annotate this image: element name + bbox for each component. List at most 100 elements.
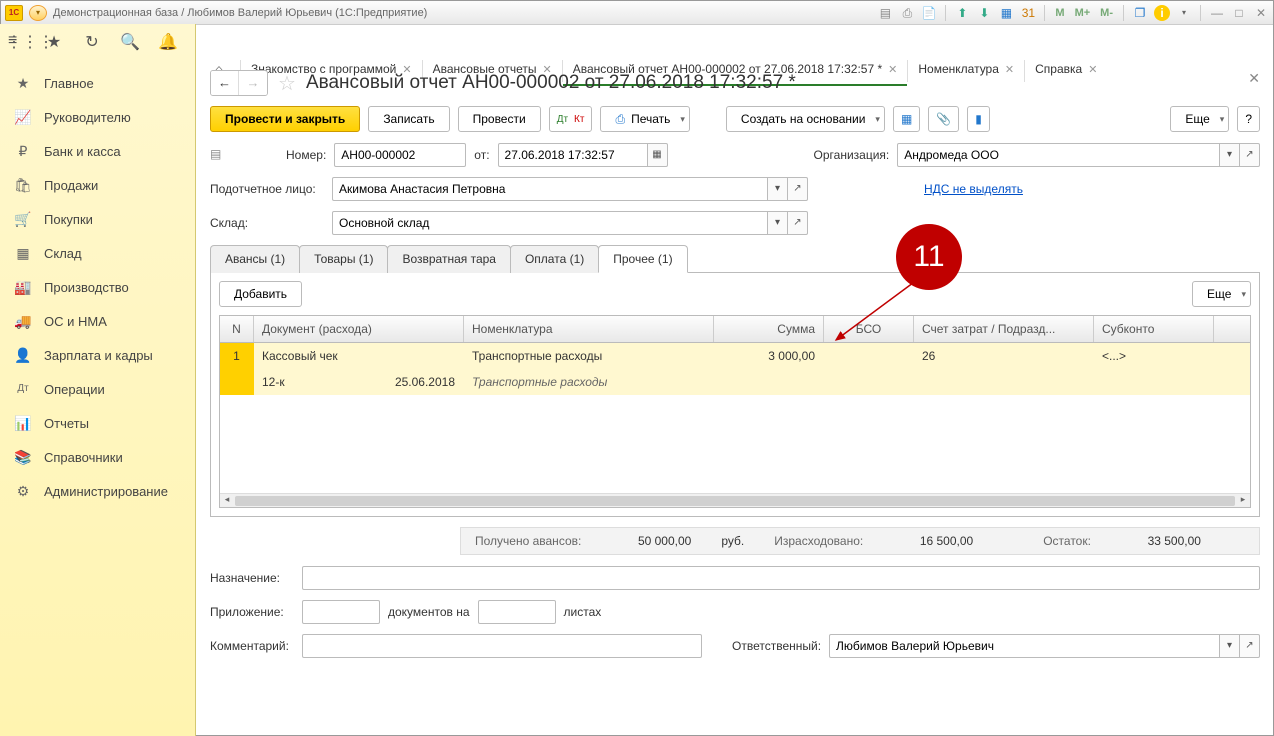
info-dropdown[interactable]: ▾ [1176,5,1192,21]
org-input[interactable] [897,143,1220,167]
minimize-icon[interactable]: — [1209,5,1225,21]
back-button[interactable]: ← [211,71,239,95]
sidebar-item-admin[interactable]: ⚙Администрирование [0,474,195,508]
col-sum[interactable]: Сумма [714,316,824,342]
purpose-input[interactable] [302,566,1260,590]
date-input[interactable] [498,143,648,167]
apps-icon[interactable]: ⋮⋮⋮ [6,33,26,53]
warehouse-input[interactable] [332,211,768,235]
col-nomenclature[interactable]: Номенклатура [464,316,714,342]
info-icon[interactable]: i [1154,5,1170,21]
page-title: Авансовый отчет АН00-000002 от 27.06.201… [306,72,796,94]
close-form-icon[interactable]: ✕ [1248,70,1260,87]
col-n[interactable]: N [220,316,254,342]
scroll-left-icon[interactable]: ◂ [220,494,234,508]
window-icon[interactable]: ❐ [1132,5,1148,21]
calendar-picker-icon[interactable]: ▦ [648,143,668,167]
nds-link[interactable]: НДС не выделять [924,182,1023,196]
sidebar-item-sales[interactable]: 🛍Продажи [0,168,195,202]
search-icon[interactable]: 🔍 [120,33,140,53]
create-based-button[interactable]: Создать на основании▾ [726,106,885,132]
col-subconto[interactable]: Субконто [1094,316,1214,342]
maximize-icon[interactable]: □ [1231,5,1247,21]
toolbar-btn-2[interactable]: ▮ [967,106,990,132]
col-document[interactable]: Документ (расхода) [254,316,464,342]
person-input[interactable] [332,177,768,201]
sidebar-item-label: Руководителю [44,110,131,125]
help-button[interactable]: ? [1237,106,1260,132]
open-icon[interactable]: ↗ [788,177,808,201]
sidebar-item-manager[interactable]: 📈Руководителю [0,100,195,134]
titlebar-icon-3[interactable]: ⬆ [954,5,970,21]
sidebar-item-production[interactable]: 🏭Производство [0,270,195,304]
rest-label: Остаток: [1043,534,1091,548]
open-icon[interactable]: ↗ [788,211,808,235]
sidebar-item-salary[interactable]: 👤Зарплата и кадры [0,338,195,372]
more-button[interactable]: Еще▾ [1170,106,1229,132]
scroll-thumb[interactable] [235,496,1235,506]
mminus-button[interactable]: M- [1098,7,1115,19]
docs-count-input[interactable] [302,600,380,624]
print-button[interactable]: ⎙Печать▾ [600,106,689,132]
scroll-right-icon[interactable]: ▸ [1236,494,1250,508]
post-button[interactable]: Провести [458,106,541,132]
create-based-label: Создать на основании [741,112,866,126]
table-row[interactable]: 12-к25.06.2018 Транспортные расходы [220,369,1250,395]
table-row[interactable]: 1 Кассовый чек Транспортные расходы 3 00… [220,343,1250,369]
subtab-goods[interactable]: Товары (1) [299,245,388,273]
mplus-button[interactable]: M+ [1073,7,1093,19]
calc-icon[interactable]: ▦ [998,5,1014,21]
sidebar-item-bank[interactable]: ₽Банк и касса [0,134,195,168]
sidebar-item-references[interactable]: 📚Справочники [0,440,195,474]
sidebar-item-assets[interactable]: 🚚ОС и НМА [0,304,195,338]
add-button[interactable]: Добавить [219,281,302,307]
sidebar-item-warehouse[interactable]: ▦Склад [0,236,195,270]
horizontal-scrollbar[interactable]: ◂ ▸ [220,493,1250,507]
dtkt-button[interactable]: ДтКт [549,106,593,132]
attach-button[interactable]: 📎 [928,106,959,132]
subtab-payment[interactable]: Оплата (1) [510,245,599,273]
subtab-other[interactable]: Прочее (1) [598,245,687,273]
col-account[interactable]: Счет затрат / Подразд... [914,316,1094,342]
history-icon[interactable]: ↻ [82,33,102,53]
factory-icon: 🏭 [14,278,32,296]
tab-content: Добавить Еще▾ N Документ (расхода) Номен… [210,273,1260,517]
sidebar-item-operations[interactable]: ДтОперации [0,372,195,406]
titlebar-icon-4[interactable]: ⬇ [976,5,992,21]
favorite-icon[interactable]: ★ [44,33,64,53]
sidebar-item-main[interactable]: ★Главное [0,66,195,100]
titlebar-icon-1[interactable]: ▤ [877,5,893,21]
number-input[interactable] [334,143,466,167]
comment-input[interactable] [302,634,702,658]
open-icon[interactable]: ↗ [1240,143,1260,167]
person-icon: 👤 [14,346,32,364]
responsible-input[interactable] [829,634,1220,658]
dropdown-icon[interactable]: ▾ [768,177,788,201]
col-bso[interactable]: БСО [824,316,914,342]
bell-icon[interactable]: 🔔 [158,33,178,53]
sidebar-item-purchases[interactable]: 🛒Покупки [0,202,195,236]
table-more-button[interactable]: Еще▾ [1192,281,1251,307]
titlebar-dropdown[interactable]: ▾ [29,5,47,21]
m-button[interactable]: M [1053,7,1066,19]
write-button[interactable]: Записать [368,106,449,132]
titlebar-icon-2[interactable]: 📄 [921,5,937,21]
close-window-icon[interactable]: ✕ [1253,5,1269,21]
sheets-count-input[interactable] [478,600,556,624]
cell-n: 1 [220,343,254,369]
dropdown-icon[interactable]: ▾ [768,211,788,235]
dropdown-icon[interactable]: ▾ [1220,143,1240,167]
calendar-icon[interactable]: 31 [1020,5,1036,21]
star-outline-icon[interactable]: ☆ [278,71,296,96]
open-icon[interactable]: ↗ [1240,634,1260,658]
sheets-label: листах [564,605,602,619]
print-icon[interactable]: ⎙ [899,5,915,21]
subtab-tare[interactable]: Возвратная тара [387,245,511,273]
forward-button[interactable]: → [239,71,267,95]
dropdown-icon[interactable]: ▾ [1220,634,1240,658]
bars-icon: 📊 [14,414,32,432]
post-and-close-button[interactable]: Провести и закрыть [210,106,360,132]
toolbar-btn-1[interactable]: ▦ [893,106,920,132]
subtab-advances[interactable]: Авансы (1) [210,245,300,273]
sidebar-item-reports[interactable]: 📊Отчеты [0,406,195,440]
